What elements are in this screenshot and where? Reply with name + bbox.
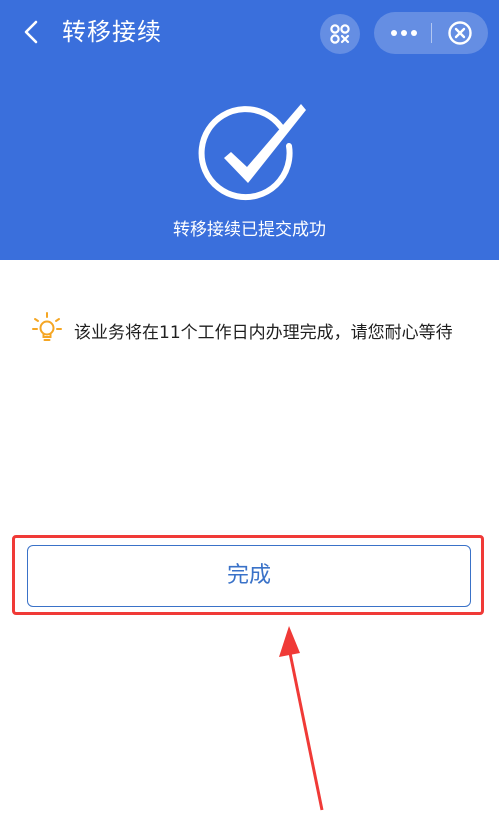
done-button[interactable]: 完成	[27, 545, 471, 607]
tip-message: 该业务将在11个工作日内办理完成，请您耐心等待	[74, 323, 453, 343]
chevron-left-icon	[24, 20, 38, 44]
close-button[interactable]	[438, 16, 482, 50]
capsule-divider	[431, 23, 432, 43]
capsule-menu	[374, 12, 488, 54]
page: 转移接续 转移接续已提交成功 该业务将在11个工作日内办理完成，请您耐心等待 完…	[0, 0, 499, 813]
page-title: 转移接续	[62, 18, 162, 46]
header: 转移接续 转移接续已提交成功	[0, 0, 499, 260]
annotation-arrow	[279, 626, 324, 811]
mini-program-qr-icon	[330, 24, 350, 44]
back-button[interactable]	[14, 15, 48, 49]
success-message: 转移接续已提交成功	[173, 220, 326, 240]
more-button[interactable]	[380, 16, 426, 50]
mini-program-code-button[interactable]	[320, 14, 360, 54]
close-circle-icon	[448, 21, 472, 45]
check-circle-icon	[198, 104, 306, 201]
lightbulb-icon	[32, 312, 62, 341]
more-dots-icon	[391, 30, 417, 36]
